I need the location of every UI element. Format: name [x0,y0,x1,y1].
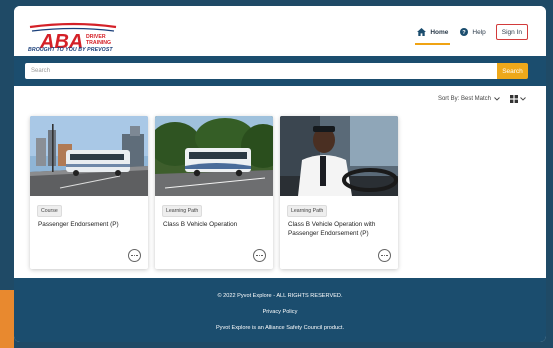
help-icon: ? [460,28,469,36]
logo-side-text-2: TRAINING [86,40,111,46]
nav-home-label: Home [430,28,449,36]
search-bar: Search Search [14,56,546,86]
bus-driver-image [280,116,398,196]
sign-in-button[interactable]: Sign In [495,24,528,40]
results-list: Course Passenger Endorsement (P) Learnin… [30,116,398,269]
more-options-button[interactable] [128,249,141,262]
background-accent [0,290,14,348]
card-title[interactable]: Class B Vehicle Operation [163,220,267,229]
footer-about: Pyvot Explore is an Alliance Safety Coun… [215,325,345,331]
chevron-down-icon [494,97,500,101]
course-card[interactable]: Learning Path Class B Vehicle Operation … [280,116,398,269]
site-footer: © 2022 Pyvot Explore - ALL RIGHTS RESERV… [14,278,546,342]
card-title[interactable]: Passenger Endorsement (P) [38,220,142,229]
view-toggle[interactable] [510,95,526,103]
more-options-icon [131,254,133,257]
sort-dropdown[interactable]: Sort By: Best Match [438,96,500,102]
search-input[interactable]: Search [25,63,497,79]
coach-bus-city-image [30,116,148,196]
card-type-badge: Course [37,205,62,217]
sort-row: Sort By: Best Match [14,94,546,110]
privacy-policy-link[interactable]: Privacy Policy [14,309,546,315]
card-type-badge: Learning Path [287,205,328,217]
svg-text:?: ? [463,30,467,36]
footer-copyright: © 2022 Pyvot Explore - ALL RIGHTS RESERV… [217,293,343,299]
chevron-down-icon [520,97,526,101]
site-header: ABA DRIVER TRAINING BROUGHT TO YOU BY PR… [14,6,546,56]
sort-label: Sort By: Best Match [437,96,491,102]
nav-home[interactable]: Home [415,23,451,45]
more-options-icon [381,254,383,257]
search-button[interactable]: Search [497,63,528,79]
grid-view-icon [510,95,518,103]
card-type-badge: Learning Path [162,205,203,217]
top-nav: Home ? Help Sign In [415,23,528,45]
course-card[interactable]: Course Passenger Endorsement (P) [30,116,148,269]
card-title[interactable]: Class B Vehicle Operation with Passenger… [288,220,392,238]
more-options-icon [256,254,258,257]
course-card[interactable]: Learning Path Class B Vehicle Operation [155,116,273,269]
nav-help[interactable]: ? Help [458,23,487,41]
more-options-button[interactable] [253,249,266,262]
home-icon [417,28,427,36]
more-options-button[interactable] [378,249,391,262]
logo-tagline: BROUGHT TO YOU BY PREVOST [28,47,113,53]
coach-bus-road-image [155,116,273,196]
browser-page: ABA DRIVER TRAINING BROUGHT TO YOU BY PR… [14,6,546,342]
nav-help-label: Help [472,28,486,36]
